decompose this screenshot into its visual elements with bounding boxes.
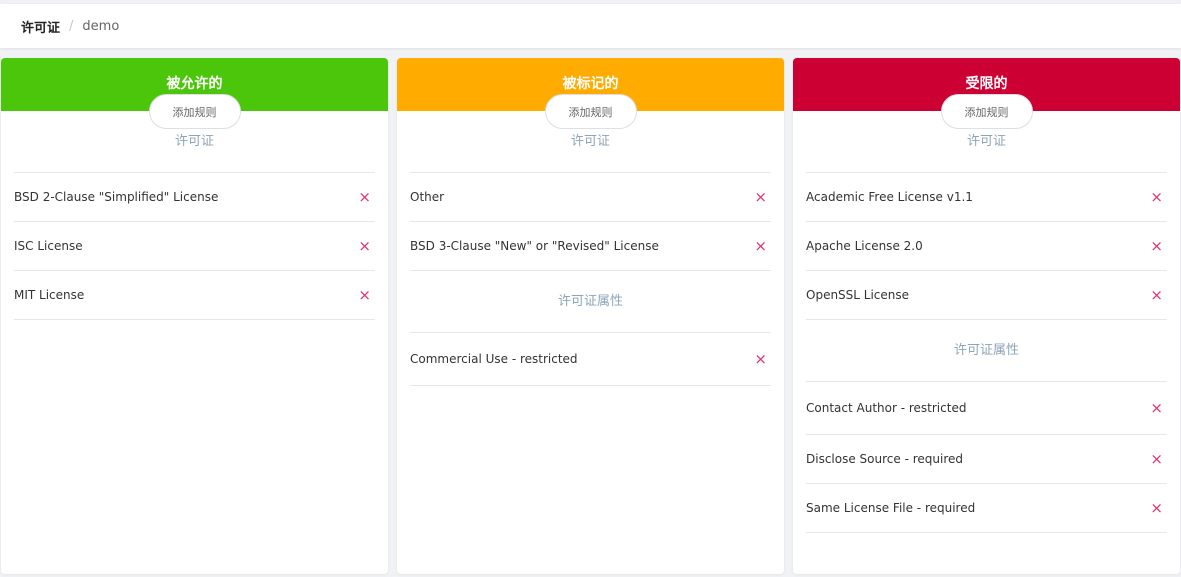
license-row: MIT License × <box>14 271 375 320</box>
panel-restricted: 受限的 添加规则 许可证 Academic Free License v1.1 … <box>793 58 1180 574</box>
delete-icon[interactable]: × <box>358 173 371 222</box>
attribute-name: Contact Author - restricted <box>806 401 967 415</box>
license-name: BSD 2-Clause "Simplified" License <box>14 190 219 204</box>
license-name: ISC License <box>14 239 83 253</box>
license-row: Academic Free License v1.1 × <box>806 173 1167 222</box>
license-row: BSD 3-Clause "New" or "Revised" License … <box>410 222 771 271</box>
breadcrumb-root[interactable]: 许可证 <box>21 17 60 36</box>
license-row: ISC License × <box>14 222 375 271</box>
license-row: OpenSSL License × <box>806 271 1167 320</box>
add-rule-button[interactable]: 添加规则 <box>148 94 241 129</box>
delete-icon[interactable]: × <box>1150 484 1163 533</box>
license-name: MIT License <box>14 288 85 302</box>
delete-icon[interactable]: × <box>1150 382 1163 435</box>
license-name: OpenSSL License <box>806 288 910 302</box>
delete-icon[interactable]: × <box>1150 435 1163 484</box>
delete-icon[interactable]: × <box>1150 173 1163 222</box>
license-row: Other × <box>410 173 771 222</box>
license-row: BSD 2-Clause "Simplified" License × <box>14 173 375 222</box>
delete-icon[interactable]: × <box>754 333 767 386</box>
breadcrumb: 许可证 / demo <box>0 4 1181 48</box>
license-name: Academic Free License v1.1 <box>806 190 973 204</box>
attribute-name: Commercial Use - restricted <box>410 352 578 366</box>
attribute-name: Same License File - required <box>806 501 976 515</box>
attribute-row: Disclose Source - required × <box>806 435 1167 484</box>
delete-icon[interactable]: × <box>1150 222 1163 271</box>
license-name: Other <box>410 190 445 204</box>
attribute-row: Contact Author - restricted × <box>806 382 1167 435</box>
attribute-row: Same License File - required × <box>806 484 1167 533</box>
breadcrumb-separator: / <box>69 18 74 34</box>
license-row: Apache License 2.0 × <box>806 222 1167 271</box>
delete-icon[interactable]: × <box>754 222 767 271</box>
breadcrumb-leaf: demo <box>82 18 120 34</box>
delete-icon[interactable]: × <box>754 173 767 222</box>
panel-flagged: 被标记的 添加规则 许可证 Other × BSD 3-Clause "New"… <box>397 58 784 574</box>
license-name: BSD 3-Clause "New" or "Revised" License <box>410 239 659 253</box>
attribute-section-title: 许可证属性 <box>410 271 771 333</box>
attribute-row: Commercial Use - restricted × <box>410 333 771 386</box>
license-name: Apache License 2.0 <box>806 239 923 253</box>
panel-allowed: 被允许的 添加规则 许可证 BSD 2-Clause "Simplified" … <box>1 58 388 574</box>
attribute-section-title: 许可证属性 <box>806 320 1167 382</box>
add-rule-button[interactable]: 添加规则 <box>544 94 637 129</box>
add-rule-button[interactable]: 添加规则 <box>940 94 1033 129</box>
delete-icon[interactable]: × <box>358 271 371 320</box>
delete-icon[interactable]: × <box>358 222 371 271</box>
attribute-name: Disclose Source - required <box>806 452 964 466</box>
delete-icon[interactable]: × <box>1150 271 1163 320</box>
